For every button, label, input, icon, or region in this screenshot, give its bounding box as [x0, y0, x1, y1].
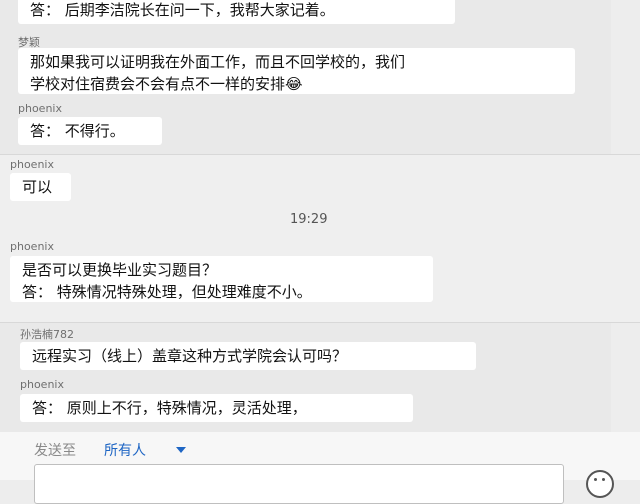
section-divider: [0, 322, 640, 323]
message-line: 答： 特殊情况特殊处理，但处理难度不小。: [22, 283, 312, 301]
caret-down-icon[interactable]: [176, 447, 186, 453]
sender-name: phoenix: [10, 158, 54, 171]
message-input[interactable]: [34, 464, 564, 504]
message-line: 学校对住宿费会不会有点不一样的安排😂: [30, 75, 303, 93]
message-bubble: 可以: [10, 173, 71, 201]
send-to-label: 发送至: [34, 443, 76, 459]
message-bubble: 答： 不得行。: [18, 117, 162, 145]
message-timestamp: 19:29: [290, 212, 328, 227]
message-line: 那如果我可以证明我在外面工作，而且不回学校的，我们: [30, 53, 406, 71]
sender-name: phoenix: [10, 240, 54, 253]
message-bubble: 那如果我可以证明我在外面工作，而且不回学校的，我们 学校对住宿费会不会有点不一样…: [18, 48, 575, 94]
sender-name: phoenix: [18, 102, 62, 115]
sender-name: 孙浩楠782: [20, 328, 74, 341]
message-line: 是否可以更换毕业实习题目？: [22, 261, 218, 279]
message-bubble: 答： 原则上不行，特殊情况，灵活处理，: [20, 394, 413, 422]
section-divider: [0, 154, 640, 155]
message-bubble: 是否可以更换毕业实习题目？ 答： 特殊情况特殊处理，但处理难度不小。: [10, 256, 433, 302]
sender-name: phoenix: [20, 378, 64, 391]
message-bubble: 答： 后期李洁院长在问一下，我帮大家记着。: [18, 0, 455, 24]
message-bubble: 远程实习（线上）盖章这种方式学院会认可吗？: [20, 342, 476, 370]
recipient-selector[interactable]: 所有人: [104, 440, 146, 460]
smiley-icon[interactable]: [586, 470, 614, 498]
